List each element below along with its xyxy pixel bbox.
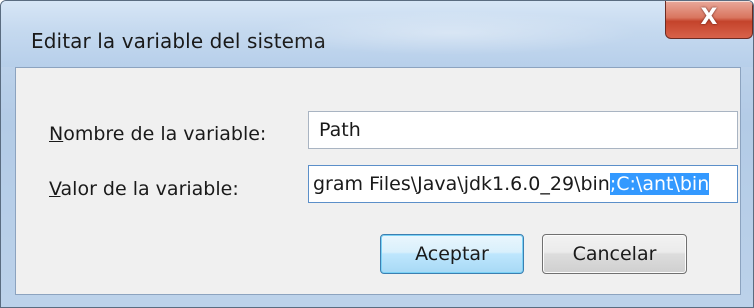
variable-value-text: gram Files\Java\jdk1.6.0_29\bin — [313, 173, 610, 195]
close-icon: X — [700, 5, 718, 30]
title-bar[interactable]: Editar la variable del sistema X — [1, 1, 753, 67]
variable-name-label-mnemonic: N — [49, 123, 64, 145]
dialog-content: Nombre de la variable: Path Valor de la … — [15, 67, 741, 295]
variable-name-label: Nombre de la variable: — [49, 123, 266, 145]
variable-name-field[interactable]: Path — [308, 111, 738, 149]
accept-button[interactable]: Aceptar — [380, 234, 524, 274]
variable-value-label-text: alor de la variable: — [60, 178, 239, 200]
cancel-button[interactable]: Cancelar — [542, 234, 687, 274]
close-button[interactable]: X — [665, 1, 753, 39]
window-title: Editar la variable del sistema — [31, 29, 326, 53]
variable-value-label-mnemonic: V — [49, 178, 61, 200]
variable-value-label: Valor de la variable: — [49, 178, 239, 200]
dialog-window: Editar la variable del sistema X Nombre … — [0, 0, 754, 308]
variable-name-value: Path — [319, 119, 361, 141]
variable-value-field[interactable]: gram Files\Java\jdk1.6.0_29\bin;C:\ant\b… — [308, 165, 738, 203]
variable-name-label-text: ombre de la variable: — [63, 123, 267, 145]
variable-value-selection: ;C:\ant\bin — [609, 173, 710, 195]
